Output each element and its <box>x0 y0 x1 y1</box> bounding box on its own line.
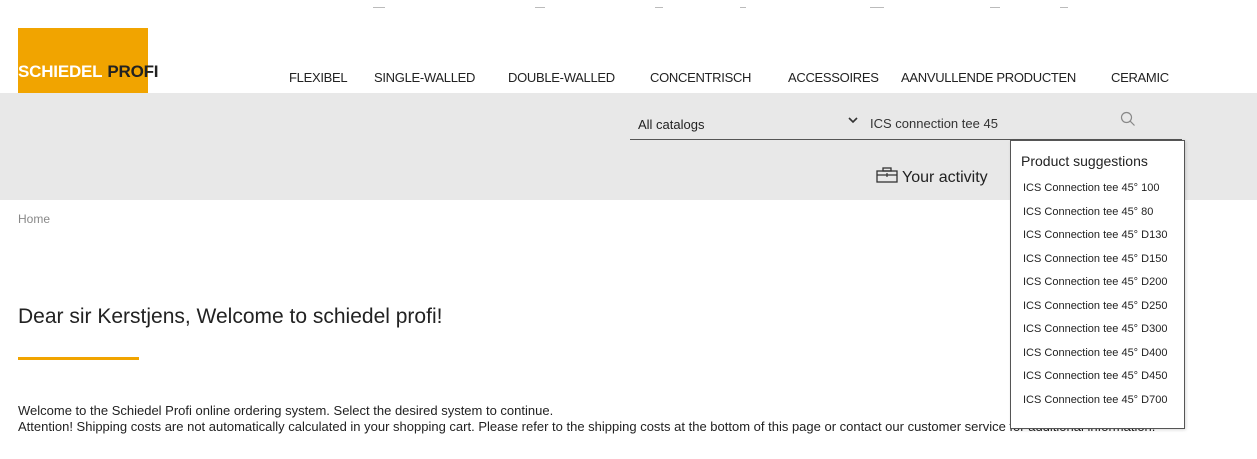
top-icon-strip <box>0 0 1257 18</box>
main-nav: FLEXIBEL SINGLE-WALLED DOUBLE-WALLED CON… <box>0 70 1257 88</box>
suggestion-item[interactable]: ICS Connection tee 45° D300 <box>1011 318 1184 342</box>
suggestion-list: ICS Connection tee 45° 100 ICS Connectio… <box>1011 177 1184 412</box>
catalog-select[interactable]: All catalogs <box>638 117 704 132</box>
activity-label: Your activity <box>902 169 988 186</box>
search-icon[interactable] <box>1120 111 1138 129</box>
nav-item-ceramic[interactable]: CERAMIC <box>1111 70 1169 85</box>
briefcase-icon <box>876 167 898 188</box>
suggestion-item[interactable]: ICS Connection tee 45° D400 <box>1011 342 1184 366</box>
product-suggestions-dropdown: Product suggestions ICS Connection tee 4… <box>1010 140 1185 429</box>
nav-item-aanvullende-producten[interactable]: AANVULLENDE PRODUCTEN <box>901 70 1076 85</box>
intro-text: Welcome to the Schiedel Profi online ord… <box>18 403 1158 435</box>
suggestion-item[interactable]: ICS Connection tee 45° D130 <box>1011 224 1184 248</box>
suggestion-item[interactable]: ICS Connection tee 45° D150 <box>1011 248 1184 272</box>
nav-item-accessoires[interactable]: ACCESSOIRES <box>788 70 879 85</box>
nav-item-single-walled[interactable]: SINGLE-WALLED <box>374 70 475 85</box>
suggestion-item[interactable]: ICS Connection tee 45° D450 <box>1011 365 1184 389</box>
suggestion-item[interactable]: ICS Connection tee 45° D700 <box>1011 389 1184 413</box>
suggestion-item[interactable]: ICS Connection tee 45° 80 <box>1011 201 1184 225</box>
suggestion-item[interactable]: ICS Connection tee 45° 100 <box>1011 177 1184 201</box>
page-title: Dear sir Kerstjens, Welcome to schiedel … <box>18 305 443 328</box>
shipping-notice: Attention! Shipping costs are not automa… <box>18 419 1156 434</box>
nav-item-concentrisch[interactable]: CONCENTRISCH <box>650 70 751 85</box>
breadcrumb-home[interactable]: Home <box>18 212 50 226</box>
search-input[interactable] <box>870 112 1120 134</box>
activity-link[interactable]: Your activity <box>876 167 988 188</box>
search-bar: All catalogs <box>630 106 1182 140</box>
nav-item-double-walled[interactable]: DOUBLE-WALLED <box>508 70 615 85</box>
nav-item-flexibel[interactable]: FLEXIBEL <box>289 70 348 85</box>
chevron-down-icon[interactable] <box>848 115 858 128</box>
suggestion-item[interactable]: ICS Connection tee 45° D200 <box>1011 271 1184 295</box>
suggestion-item[interactable]: ICS Connection tee 45° D250 <box>1011 295 1184 319</box>
title-underline <box>18 357 139 360</box>
suggestions-title: Product suggestions <box>1021 153 1148 169</box>
intro-paragraph: Welcome to the Schiedel Profi online ord… <box>18 403 554 418</box>
